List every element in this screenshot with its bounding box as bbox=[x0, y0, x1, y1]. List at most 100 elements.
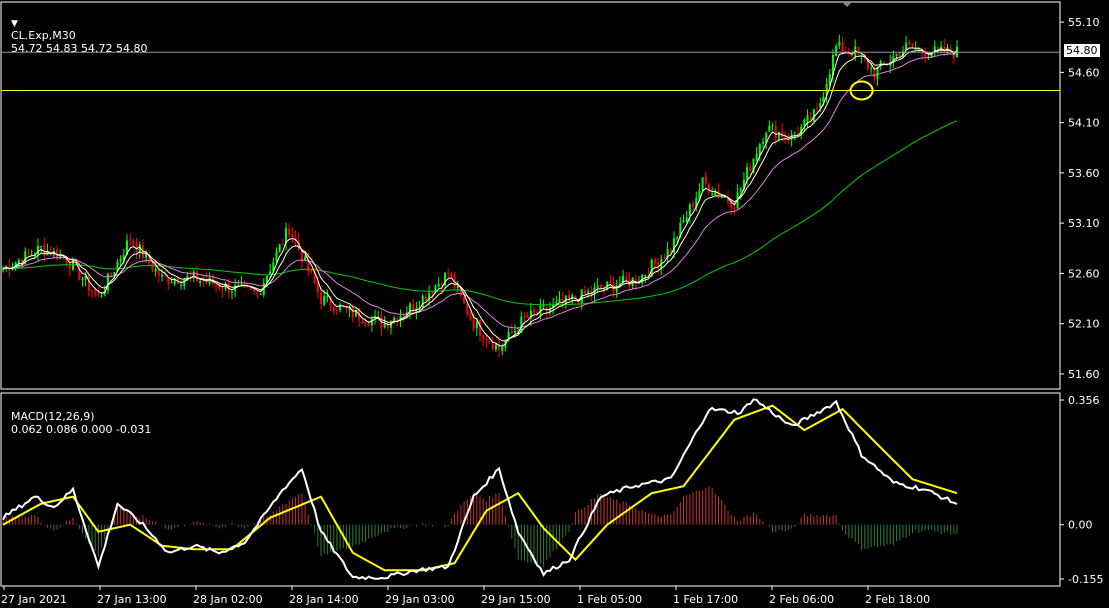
candle-body bbox=[526, 315, 529, 318]
candle-body bbox=[278, 244, 281, 252]
candle-body bbox=[720, 196, 723, 198]
candle-body bbox=[450, 274, 453, 277]
current-price-box: 54.80 bbox=[1064, 44, 1100, 57]
candle-body bbox=[135, 243, 138, 253]
candle-body bbox=[908, 41, 911, 45]
candle-body bbox=[256, 291, 259, 293]
candle-body bbox=[940, 46, 943, 49]
time-tick-label: 28 Jan 14:00 bbox=[289, 593, 359, 606]
candle-body bbox=[733, 207, 736, 210]
candle-body bbox=[568, 294, 571, 300]
candle-body bbox=[707, 183, 710, 193]
candle-body bbox=[361, 321, 364, 324]
candle-body bbox=[494, 344, 497, 350]
candle-body bbox=[669, 250, 672, 253]
candle-body bbox=[838, 41, 841, 46]
candle-body bbox=[310, 269, 313, 273]
candle-body bbox=[94, 292, 97, 294]
candle-body bbox=[822, 96, 825, 102]
time-tick-label: 2 Feb 18:00 bbox=[865, 593, 930, 606]
macd-label: MACD(12,26,9) bbox=[11, 410, 95, 423]
price-tick-label: 55.10 bbox=[1068, 16, 1100, 29]
candle-body bbox=[663, 257, 666, 259]
ma-long-line bbox=[3, 120, 958, 306]
candle-body bbox=[816, 107, 819, 109]
time-tick-label: 1 Feb 05:00 bbox=[577, 593, 642, 606]
time-tick-label: 29 Jan 03:00 bbox=[385, 593, 455, 606]
candle-body bbox=[164, 275, 167, 277]
price-tick-label: 54.10 bbox=[1068, 117, 1100, 130]
candle-body bbox=[914, 48, 917, 50]
candle-body bbox=[513, 331, 516, 333]
candle-body bbox=[364, 322, 367, 324]
candle-body bbox=[631, 277, 634, 287]
collapse-triangle-icon[interactable]: ▼ bbox=[11, 19, 18, 29]
candle-body bbox=[625, 276, 628, 280]
candle-body bbox=[129, 239, 132, 241]
candle-body bbox=[533, 309, 536, 313]
price-tick-label: 54.60 bbox=[1068, 66, 1100, 79]
candle-body bbox=[587, 291, 590, 293]
candle-body bbox=[215, 284, 218, 286]
candle-body bbox=[749, 166, 752, 171]
shift-marker-icon[interactable] bbox=[842, 2, 852, 7]
chart-canvas[interactable]: 55.10 54.60 54.10 53.60 53.10 52.60 52.10 51.60… bbox=[0, 0, 1109, 608]
macd-header: MACD(12,26,9) 0.062 0.086 0.000 -0.031 bbox=[4, 397, 151, 436]
candle-body bbox=[332, 307, 335, 312]
price-tick-label: 53.60 bbox=[1068, 167, 1100, 180]
candle-body bbox=[911, 43, 914, 49]
candle-body bbox=[835, 45, 838, 57]
candle-body bbox=[510, 331, 513, 334]
candle-body bbox=[491, 343, 494, 350]
candle-body bbox=[17, 259, 20, 264]
candle-body bbox=[784, 137, 787, 139]
candle-body bbox=[762, 141, 765, 144]
candle-body bbox=[456, 286, 459, 289]
candle-body bbox=[542, 305, 545, 307]
candle-body bbox=[424, 296, 427, 301]
candle-body bbox=[583, 290, 586, 294]
candle-body bbox=[195, 271, 198, 282]
candle-body bbox=[281, 244, 284, 246]
candle-body bbox=[291, 234, 294, 238]
candle-body bbox=[237, 284, 240, 286]
candle-body bbox=[870, 67, 873, 69]
candle-body bbox=[711, 193, 714, 195]
price-tick-label: 52.10 bbox=[1068, 318, 1100, 331]
candle-body bbox=[771, 125, 774, 127]
time-tick-label: 2 Feb 06:00 bbox=[769, 593, 834, 606]
candle-body bbox=[692, 203, 695, 208]
candle-body bbox=[488, 341, 491, 343]
candle-body bbox=[230, 291, 233, 293]
candle-body bbox=[199, 280, 202, 283]
candle-body bbox=[68, 262, 71, 269]
candle-body bbox=[599, 284, 602, 289]
candle-body bbox=[119, 258, 122, 262]
time-tick-label: 1 Feb 17:00 bbox=[673, 593, 738, 606]
price-tick-label: 52.60 bbox=[1068, 267, 1100, 280]
macd-tick-label: 0.00 bbox=[1068, 519, 1093, 532]
candle-body bbox=[952, 54, 955, 59]
candle-body bbox=[806, 115, 809, 122]
candle-body bbox=[469, 312, 472, 320]
candle-body bbox=[558, 298, 561, 302]
time-tick-label: 27 Jan 2021 bbox=[1, 593, 67, 606]
candle-body bbox=[688, 204, 691, 216]
candle-body bbox=[523, 316, 526, 318]
candle-body bbox=[482, 335, 485, 340]
ohlc-values: 54.72 54.83 54.72 54.80 bbox=[11, 42, 148, 55]
candle-body bbox=[335, 310, 338, 312]
candle-body bbox=[653, 259, 656, 264]
candle-body bbox=[704, 176, 707, 184]
candle-body bbox=[97, 293, 100, 297]
candle-body bbox=[895, 53, 898, 56]
candle-body bbox=[91, 290, 94, 292]
candle-body bbox=[351, 307, 354, 318]
candle-body bbox=[437, 283, 440, 288]
candle-body bbox=[501, 346, 504, 352]
candle-body bbox=[466, 304, 469, 315]
candle-body bbox=[701, 177, 704, 191]
ma-mid-line bbox=[2, 49, 958, 342]
candle-body bbox=[40, 246, 43, 248]
candle-body bbox=[609, 280, 612, 283]
